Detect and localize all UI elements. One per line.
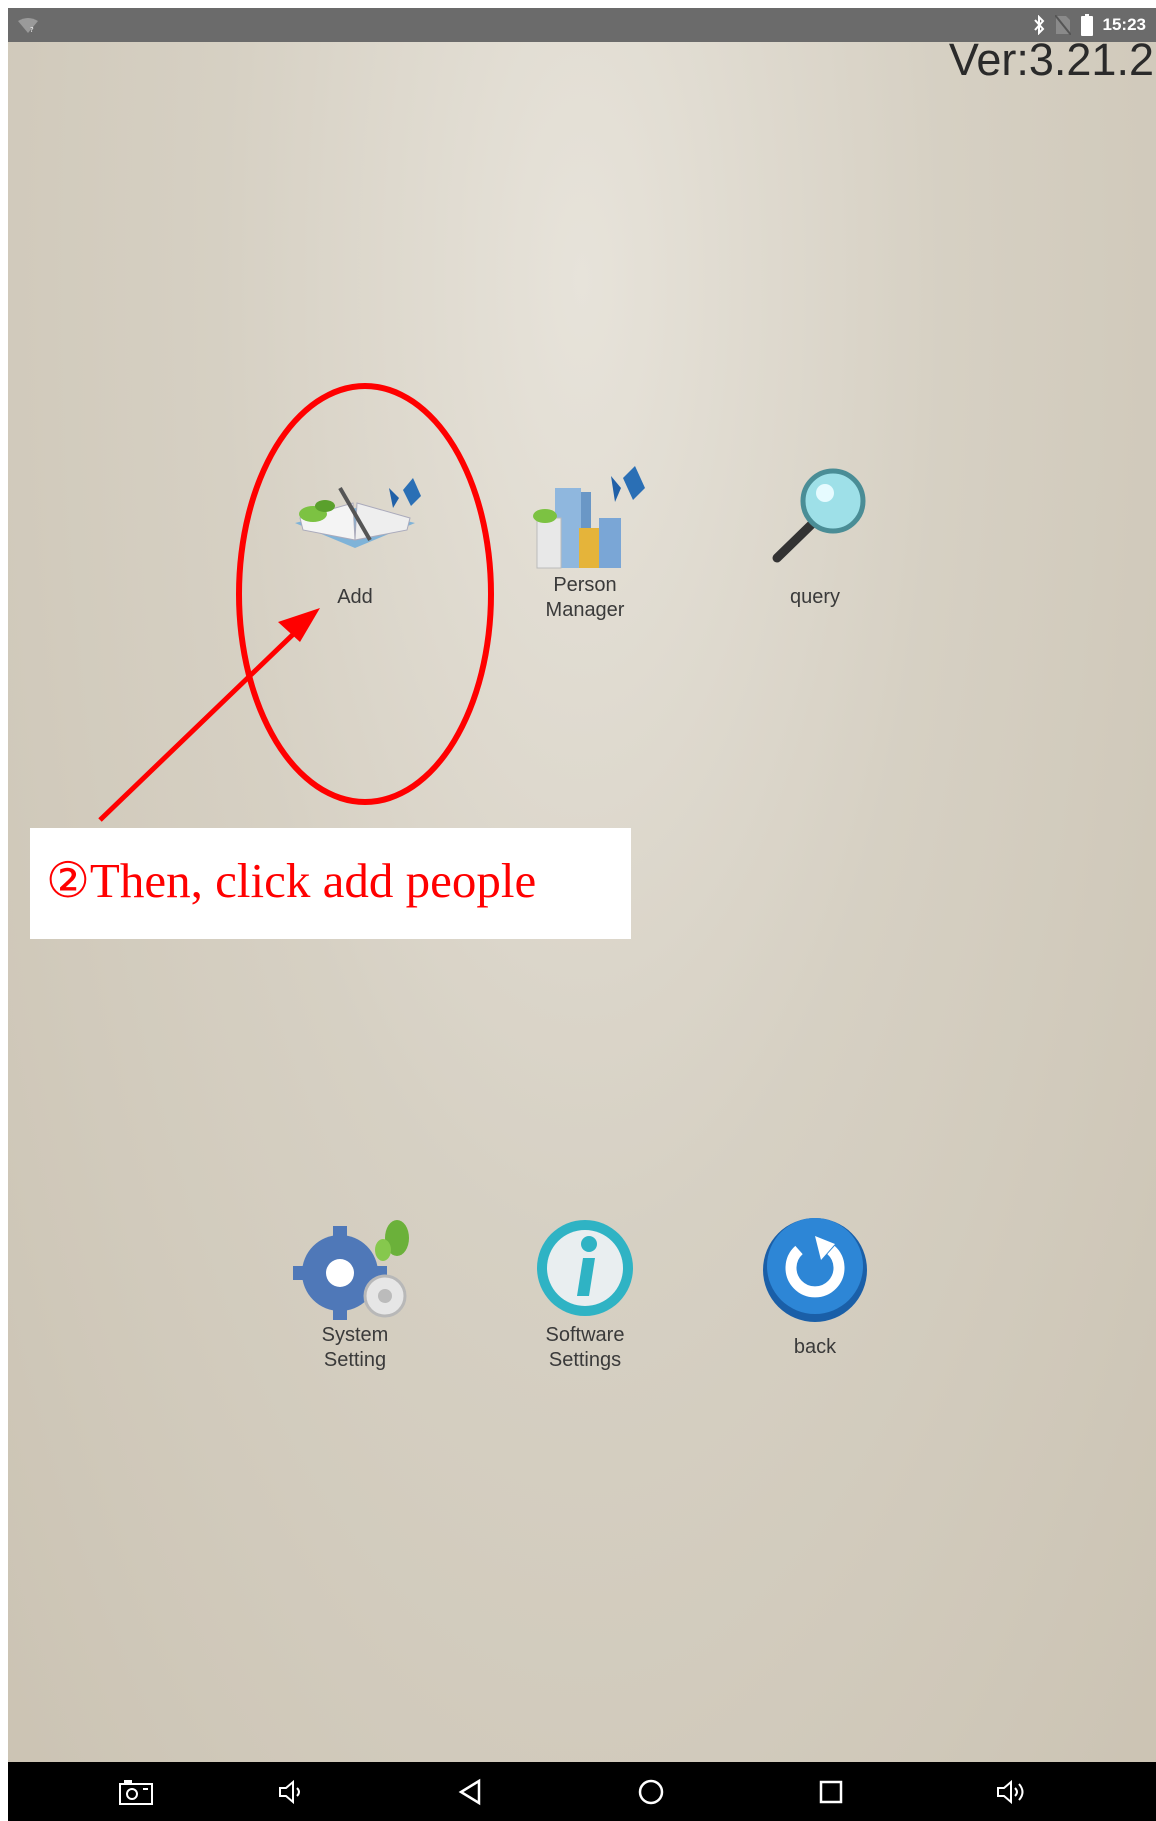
- gears-icon: [293, 1220, 409, 1320]
- app-label-line: Settings: [548, 1349, 622, 1371]
- info-icon: [537, 1220, 633, 1316]
- annotation-arrow: [98, 608, 320, 822]
- home-button[interactable]: [633, 1774, 669, 1810]
- back-button[interactable]: [452, 1774, 488, 1810]
- tablet-screen: ? 15:23 Ver:3.21.2 Add Person Manager qu…: [8, 8, 1156, 1821]
- app-label-line: System: [321, 1324, 389, 1346]
- annotation-text: ②Then, click add people: [46, 853, 537, 908]
- volume-down-icon: [279, 1779, 300, 1805]
- annotation-callout: ②Then, click add people: [30, 828, 631, 939]
- recents-icon: [819, 1780, 843, 1804]
- navigation-bar: [8, 1762, 1156, 1821]
- app-label-line: Software: [545, 1324, 625, 1346]
- app-back[interactable]: back: [715, 1188, 915, 1518]
- app-system-setting[interactable]: System Setting: [255, 1188, 455, 1518]
- app-label-line: Setting: [323, 1349, 387, 1371]
- volume-down-button[interactable]: [273, 1774, 309, 1810]
- volume-up-icon: [997, 1779, 1024, 1805]
- screenshot-button[interactable]: [118, 1774, 154, 1810]
- screenshot-icon: [119, 1780, 153, 1805]
- home-icon: [638, 1779, 664, 1805]
- app-label: back: [793, 1336, 837, 1358]
- volume-up-button[interactable]: [993, 1774, 1029, 1810]
- app-software-settings[interactable]: Software Settings: [485, 1188, 685, 1518]
- refresh-back-icon: [763, 1218, 867, 1322]
- recents-button[interactable]: [813, 1774, 849, 1810]
- back-icon: [458, 1778, 481, 1806]
